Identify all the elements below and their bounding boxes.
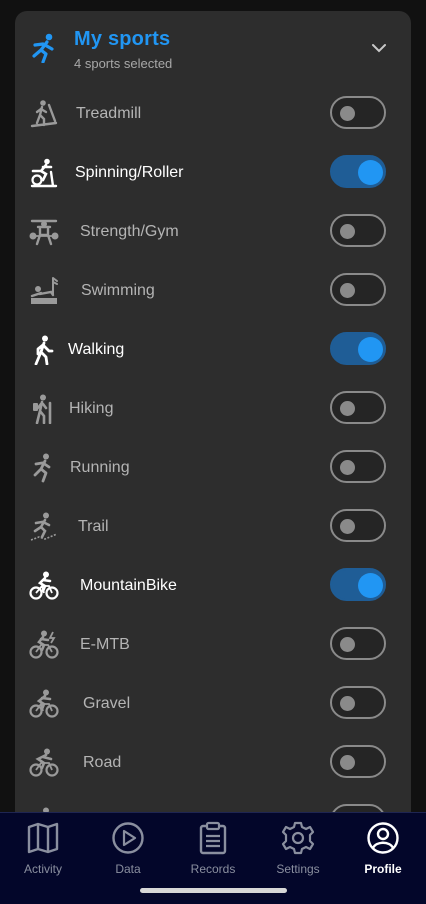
toggle-knob (340, 637, 355, 652)
sport-row-strength-gym: Strength/Gym (15, 203, 411, 261)
sport-row-treadmill: Treadmill (15, 85, 411, 143)
sport-row-road: Road (15, 734, 411, 792)
treadmill-icon (30, 100, 58, 128)
user-circle-icon (367, 822, 399, 854)
play-circle-icon (112, 822, 144, 854)
clipboard-icon (199, 821, 227, 855)
sport-row-gravel: Gravel (15, 675, 411, 733)
road-bike-icon (29, 748, 59, 777)
nav-records[interactable]: Records (173, 813, 253, 891)
hiking-toggle[interactable] (330, 391, 386, 424)
swimming-toggle[interactable] (330, 273, 386, 306)
sport-label: Hiking (69, 400, 114, 417)
toggle-knob (340, 755, 355, 770)
weightlifting-icon (29, 219, 59, 246)
nav-settings[interactable]: Settings (258, 813, 338, 891)
sport-label: Walking (68, 341, 125, 358)
sport-label: Trail (78, 518, 109, 535)
toggle-knob (340, 106, 355, 121)
gravel-toggle[interactable] (330, 686, 386, 719)
sports-selected-count: 4 sports selected (74, 56, 173, 71)
sport-label: Running (70, 459, 130, 476)
trail-running-icon (30, 512, 58, 541)
nav-label: Activity (23, 862, 62, 876)
running-toggle[interactable] (330, 450, 386, 483)
nav-label: Profile (364, 862, 402, 876)
toggle-knob (340, 224, 355, 239)
nav-label: Data (115, 862, 141, 876)
sport-row-walking: Walking (15, 321, 411, 379)
toggle-knob (358, 573, 383, 598)
running-person-icon (32, 33, 54, 63)
e-mtb-icon (29, 630, 59, 659)
running-icon (33, 453, 51, 483)
sport-label: Strength/Gym (80, 223, 179, 240)
spinning-bike-icon (30, 158, 58, 188)
sport-label: Gravel (83, 695, 131, 712)
nav-label: Settings (276, 862, 320, 876)
map-icon (27, 822, 59, 854)
sport-row-swimming: Swimming (15, 262, 411, 320)
sport-label: MountainBike (80, 577, 177, 594)
trail-toggle[interactable] (330, 509, 386, 542)
my-sports-title: My sports (74, 28, 171, 50)
chevron-down-icon[interactable] (369, 39, 389, 57)
e-mtb-toggle[interactable] (330, 627, 386, 660)
mountainbike-toggle[interactable] (330, 568, 386, 601)
home-indicator[interactable] (140, 888, 287, 893)
toggle-knob (358, 160, 383, 185)
sport-row-hiking: Hiking (15, 380, 411, 438)
sport-row-spinning-roller: Spinning/Roller (15, 144, 411, 202)
gravel-bike-icon (29, 689, 59, 718)
my-sports-header[interactable]: My sports 4 sports selected (15, 11, 411, 87)
nav-profile[interactable]: Profile (343, 813, 423, 891)
nav-activity[interactable]: Activity (3, 813, 83, 891)
spinning-roller-toggle[interactable] (330, 155, 386, 188)
sport-label: E-MTB (80, 636, 130, 653)
strength-gym-toggle[interactable] (330, 214, 386, 247)
sport-row-e-mtb: E-MTB (15, 616, 411, 674)
road-toggle[interactable] (330, 745, 386, 778)
sport-label: Road (83, 754, 122, 771)
sport-row-trail: Trail (15, 498, 411, 556)
walking-toggle[interactable] (330, 332, 386, 365)
toggle-knob (340, 519, 355, 534)
walking-icon (34, 335, 54, 365)
toggle-knob (340, 460, 355, 475)
sport-label: Treadmill (76, 105, 142, 122)
sports-card: My sports 4 sports selected Treadmill Sp… (15, 11, 411, 841)
sport-row-running: Running (15, 439, 411, 497)
sport-label: Swimming (81, 282, 155, 299)
hiking-icon (33, 394, 52, 424)
toggle-knob (358, 337, 383, 362)
toggle-knob (340, 283, 355, 298)
toggle-knob (340, 401, 355, 416)
sport-label: Spinning/Roller (75, 164, 184, 181)
treadmill-toggle[interactable] (330, 96, 386, 129)
toggle-knob (340, 696, 355, 711)
sport-row-mountainbike: MountainBike (15, 557, 411, 615)
mountain-bike-icon (29, 571, 59, 600)
swimming-icon (30, 277, 58, 304)
gear-icon (281, 821, 315, 855)
nav-label: Records (190, 862, 236, 876)
nav-data[interactable]: Data (88, 813, 168, 891)
